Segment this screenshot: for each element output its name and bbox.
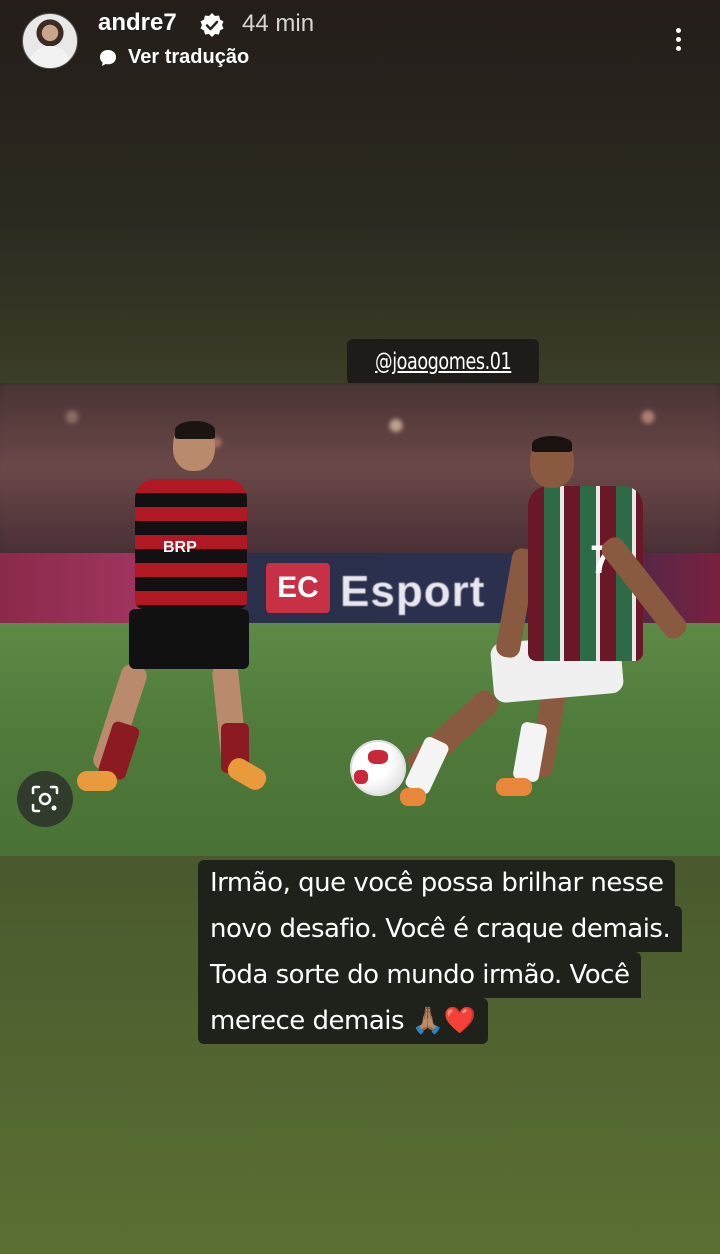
mention-text: @joaogomes.01 bbox=[374, 349, 512, 375]
username[interactable]: andre7 bbox=[98, 9, 177, 37]
player-tricolor: 7 bbox=[400, 436, 720, 806]
verified-badge-icon bbox=[200, 13, 224, 37]
player-red-black: BRP bbox=[77, 421, 270, 794]
football bbox=[350, 740, 406, 796]
caption-emoji: 🙏🏽❤️ bbox=[411, 1006, 476, 1036]
adboard-badge: EC bbox=[266, 563, 330, 613]
avatar[interactable] bbox=[22, 13, 78, 69]
caption-line-last: merece demais 🙏🏽❤️ bbox=[198, 998, 488, 1044]
speech-bubble-icon bbox=[100, 49, 116, 66]
visual-search-icon bbox=[31, 785, 59, 813]
caption-line: Irmão, que você possa brilhar nesse bbox=[198, 860, 676, 906]
caption-line: Toda sorte do mundo irmão. Você bbox=[198, 952, 642, 998]
player1-sponsor: BRP bbox=[163, 539, 197, 556]
caption-line-text: merece demais bbox=[210, 1006, 405, 1036]
caption-text-block: Irmão, que você possa brilhar nesse novo… bbox=[198, 860, 683, 1044]
see-translation-label: Ver tradução bbox=[128, 46, 250, 68]
caption-line: novo desafio. Você é craque demais. bbox=[198, 906, 683, 952]
more-options-icon[interactable] bbox=[668, 24, 688, 56]
post-time: 44 min bbox=[242, 10, 315, 37]
visual-search-button[interactable] bbox=[17, 771, 73, 827]
story-header: andre7 44 min Ver tradução bbox=[0, 0, 720, 80]
see-translation-link[interactable]: Ver tradução bbox=[98, 46, 249, 69]
story-photo: EC Esport BRP 7 bbox=[0, 383, 720, 856]
mention-sticker[interactable]: @joaogomes.01 bbox=[347, 339, 539, 385]
